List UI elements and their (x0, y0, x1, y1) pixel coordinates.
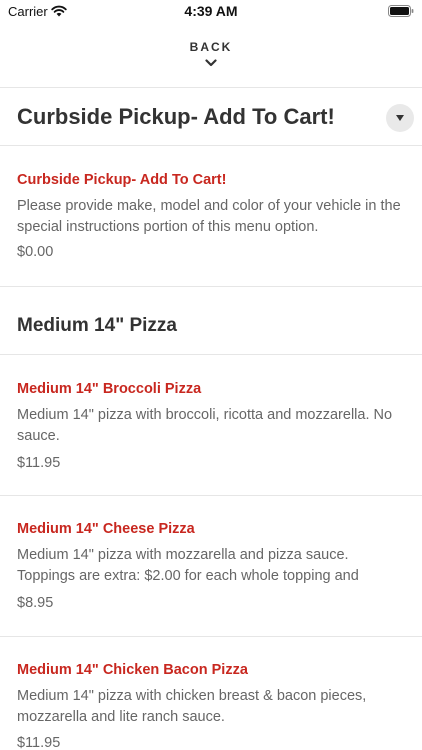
navigation-bar: BACK (0, 24, 422, 88)
section-title: Curbside Pickup- Add To Cart! (17, 104, 335, 129)
section-title: Medium 14" Pizza (17, 315, 177, 336)
category-dropdown-button[interactable] (386, 104, 414, 132)
chevron-down-icon (205, 59, 217, 67)
item-name: Medium 14" Broccoli Pizza (17, 381, 202, 397)
status-time: 4:39 AM (184, 3, 238, 19)
status-bar: Carrier 4:39 AM (0, 0, 422, 24)
back-label: BACK (189, 40, 233, 54)
item-description: Medium 14" pizza with mozzarella and piz… (17, 547, 359, 584)
section-header: Medium 14" Pizza (0, 287, 422, 355)
item-name: Medium 14" Chicken Bacon Pizza (17, 662, 248, 678)
battery-icon (388, 5, 414, 17)
menu-item[interactable]: Medium 14" Chicken Bacon Pizza Medium 14… (0, 637, 422, 750)
item-price: $0.00 (17, 244, 54, 260)
back-button[interactable]: BACK (161, 36, 261, 80)
item-description: Please provide make, model and color of … (17, 198, 401, 235)
item-name: Curbside Pickup- Add To Cart! (17, 172, 227, 188)
item-name: Medium 14" Cheese Pizza (17, 521, 195, 537)
item-price: $8.95 (17, 595, 54, 611)
caret-down-icon (396, 115, 404, 121)
item-description: Medium 14" pizza with chicken breast & b… (17, 688, 367, 725)
menu-item[interactable]: Medium 14" Cheese Pizza Medium 14" pizza… (0, 496, 422, 637)
menu-item[interactable]: Medium 14" Broccoli Pizza Medium 14" piz… (0, 355, 422, 496)
menu-item[interactable]: Curbside Pickup- Add To Cart! Please pro… (0, 146, 422, 287)
item-description: Medium 14" pizza with broccoli, ricotta … (17, 407, 393, 444)
item-price: $11.95 (17, 455, 61, 471)
item-price: $11.95 (17, 735, 61, 750)
section-header: Curbside Pickup- Add To Cart! (0, 89, 422, 146)
